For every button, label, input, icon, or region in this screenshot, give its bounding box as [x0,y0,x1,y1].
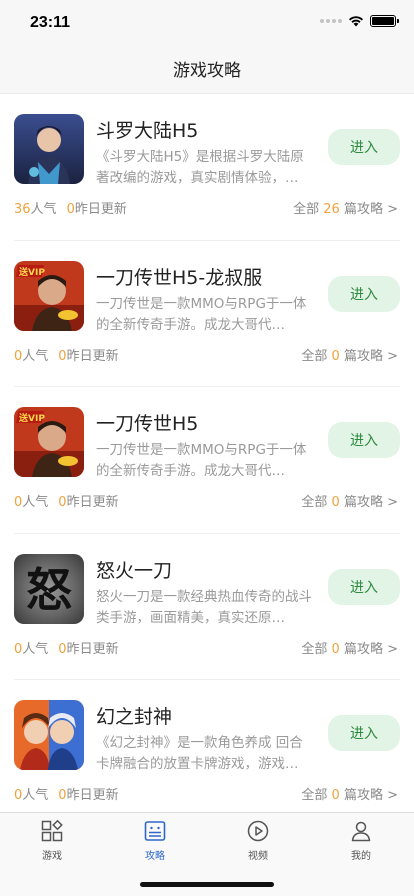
game-stats: 36人气 0昨日更新 [14,198,127,217]
updated-count: 0 [58,495,67,510]
enter-button[interactable]: 进入 [328,568,400,605]
game-card[interactable]: 送VIP 一刀传世H5-龙叔服 一刀传世是一款MMO与RPG于一体的全新传奇手游… [14,241,400,387]
all-label: 全部 [293,202,320,217]
guide-count: 26 [323,202,340,217]
nuhuo-glyph: 怒 [26,563,72,617]
battery-icon [370,15,399,27]
guide-icon [144,821,166,841]
popularity-label: 人气 [22,495,49,510]
tab-label: 视频 [248,851,268,862]
all-label: 全部 [301,495,328,510]
game-name[interactable]: 怒火一刀 [96,556,172,583]
game-stats: 0人气 0昨日更新 [14,491,119,510]
yidao-vip-icon[interactable]: 送VIP [14,407,84,477]
enter-button[interactable]: 进入 [328,422,400,458]
all-guides-link[interactable]: 全部 0 篇攻略 > [301,491,398,510]
game-guide-list[interactable]: 斗罗大陆H5 《斗罗大陆H5》是根据斗罗大陆原著改编的游戏，真实剧情体验，… 进… [0,94,414,812]
game-name[interactable]: 一刀传世H5 [96,409,198,436]
tab-guides[interactable]: 攻略 [125,819,185,862]
douluo-icon[interactable] [14,114,84,184]
grid-icon [41,819,63,842]
page-title: 游戏攻略 [173,61,241,81]
vip-badge-text: 送VIP [18,266,45,278]
vip-badge-text: 送VIP [18,412,45,424]
updated-count: 0 [58,348,67,364]
nav-bar: 游戏攻略 [0,44,414,94]
tab-games[interactable]: 游戏 [22,819,82,862]
game-card[interactable]: 幻之封神 《幻之封神》是一款角色养成 回合卡牌融合的放置卡牌游戏，游戏… 进入 … [14,680,400,812]
updated-label: 昨日更新 [66,641,119,657]
game-name[interactable]: 斗罗大陆H5 [96,116,198,143]
user-icon [351,821,371,842]
game-card[interactable]: 送VIP 一刀传世H5 一刀传世是一款MMO与RPG于一体的全新传奇手游。成龙大… [14,387,400,534]
game-description: 一刀传世是一款MMO与RPG于一体的全新传奇手游。成龙大哥代… [96,442,307,479]
tab-videos[interactable]: 视频 [228,819,288,862]
play-icon [247,820,269,842]
game-description: 《斗罗大陆H5》是根据斗罗大陆原著改编的游戏，真实剧情体验，… [96,149,304,186]
guides-label: 篇攻略 > [343,641,398,657]
game-stats: 0人气 0昨日更新 [14,345,119,364]
game-description: 一刀传世是一款MMO与RPG于一体的全新传奇手游。成龙大哥代… [96,295,307,333]
all-label: 全部 [301,348,328,364]
nuhuo-icon[interactable]: 怒 [14,553,84,624]
game-card[interactable]: 斗罗大陆H5 《斗罗大陆H5》是根据斗罗大陆原著改编的游戏，真实剧情体验，… 进… [14,94,400,241]
enter-button[interactable]: 进入 [328,715,400,751]
guides-label: 篇攻略 > [343,788,398,803]
guides-label: 篇攻略 > [343,495,398,510]
popularity-label: 人气 [22,641,49,657]
all-guides-link[interactable]: 全部 26 篇攻略 > [293,198,398,217]
popularity-label: 人气 [30,202,57,217]
game-name[interactable]: 一刀传世H5-龙叔服 [96,263,262,290]
enter-button[interactable]: 进入 [328,129,400,165]
game-description: 《幻之封神》是一款角色养成 回合卡牌融合的放置卡牌游戏，游戏… [96,735,303,772]
popularity-count: 36 [14,202,31,217]
status-bar: 23:11 [0,0,414,44]
game-stats: 0人气 0昨日更新 [14,638,119,657]
home-indicator[interactable] [140,882,274,887]
updated-label: 昨日更新 [66,495,119,510]
tab-label: 攻略 [145,851,165,862]
all-guides-link[interactable]: 全部 0 篇攻略 > [301,638,398,657]
updated-count: 0 [66,202,75,217]
signal-icon [320,19,342,23]
game-card[interactable]: 怒 怒火一刀 怒火一刀是一款经典热血传奇的战斗类手游，画面精美，真实还原… 进入… [14,534,400,680]
popularity-label: 人气 [22,348,49,364]
status-time: 23:11 [30,14,71,31]
all-guides-link[interactable]: 全部 0 篇攻略 > [301,345,398,364]
tab-profile[interactable]: 我的 [331,819,391,862]
guide-count: 0 [331,788,340,803]
game-stats: 0人气 0昨日更新 [14,784,119,803]
status-icons [320,15,399,27]
all-label: 全部 [301,641,328,657]
huanzhi-icon[interactable] [14,700,84,770]
updated-count: 0 [58,788,67,803]
game-name[interactable]: 幻之封神 [96,702,172,729]
all-guides-link[interactable]: 全部 0 篇攻略 > [301,784,398,803]
guides-label: 篇攻略 > [343,348,398,364]
popularity-label: 人气 [22,788,49,803]
enter-button[interactable]: 进入 [328,275,400,312]
tab-label: 游戏 [42,851,62,862]
game-description: 怒火一刀是一款经典热血传奇的战斗类手游，画面精美，真实还原… [96,588,312,626]
guide-count: 0 [331,495,340,510]
updated-label: 昨日更新 [74,202,127,217]
guide-count: 0 [331,641,340,657]
wifi-icon [349,16,363,27]
updated-label: 昨日更新 [66,788,119,803]
guide-count: 0 [331,348,340,364]
all-label: 全部 [301,788,328,803]
guides-label: 篇攻略 > [343,202,398,217]
updated-label: 昨日更新 [66,348,119,364]
tab-label: 我的 [351,851,371,862]
yidao-vip-icon[interactable]: 送VIP [14,260,84,331]
updated-count: 0 [58,641,67,657]
